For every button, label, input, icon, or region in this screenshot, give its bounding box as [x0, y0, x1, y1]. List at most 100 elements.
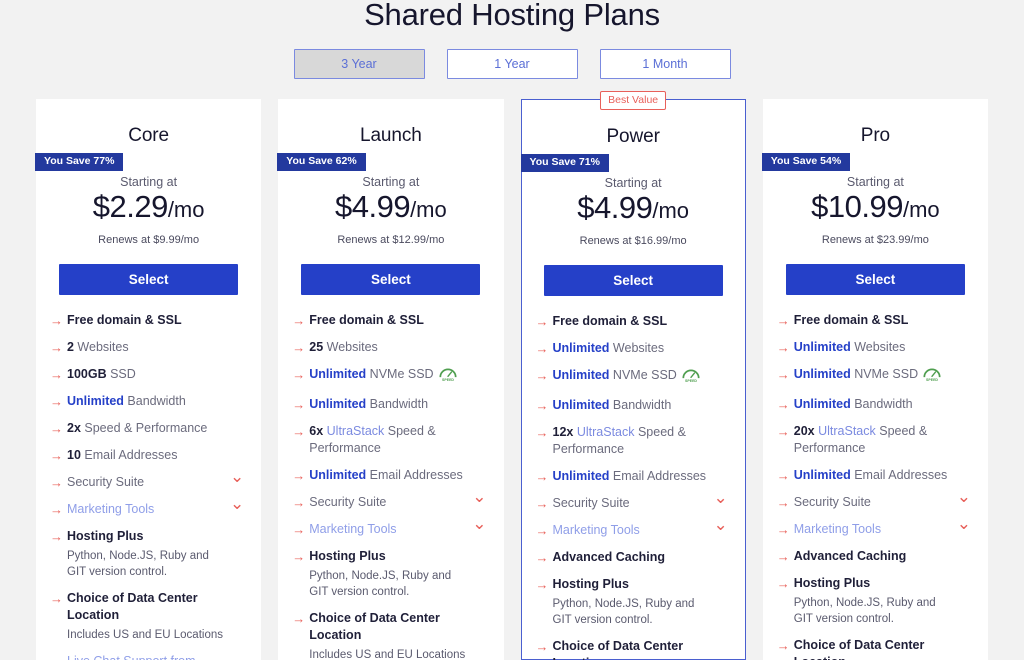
- arrow-right-icon: →: [535, 341, 549, 356]
- feature-item[interactable]: → Marketing Tools ⌄: [292, 515, 486, 538]
- savings-badge: You Save 77%: [35, 153, 124, 171]
- plan-card-core: Core You Save 77% Starting at $2.29/mo Renew…: [35, 99, 262, 660]
- feature-item[interactable]: → Security Suite ⌄: [535, 489, 728, 512]
- arrow-right-icon: →: [535, 425, 549, 440]
- arrow-right-icon: →: [535, 496, 549, 511]
- feature-text: Unlimited NVMe SSD SPEED: [309, 366, 472, 386]
- feature-item: → 20x UltraStack Speed & Performance: [777, 423, 971, 457]
- arrow-right-icon: →: [50, 394, 63, 409]
- feature-item[interactable]: → Security Suite ⌄: [50, 468, 244, 491]
- feature-list: → Free domain & SSL → 25 Websites → Unlimited…: [278, 312, 503, 660]
- feature-text: 25 Websites: [309, 339, 472, 356]
- chevron-down-icon[interactable]: ⌄: [957, 515, 971, 532]
- select-button[interactable]: Select: [543, 265, 723, 296]
- svg-text:SPEED: SPEED: [926, 378, 938, 381]
- chevron-down-icon[interactable]: ⌄: [472, 488, 486, 505]
- feature-item: →Choice of Data Center Location: [50, 590, 244, 624]
- arrow-right-icon: →: [50, 448, 63, 463]
- starting-at-label: Starting at: [362, 175, 420, 189]
- feature-text-part: Unlimited: [552, 398, 610, 412]
- arrow-right-icon: →: [50, 367, 63, 382]
- chevron-down-icon[interactable]: ⌄: [472, 515, 486, 532]
- term-button-1-year[interactable]: 1 Year: [446, 49, 578, 79]
- feature-text-part: Unlimited: [793, 468, 851, 482]
- feature-item: → Unlimited Websites: [536, 340, 728, 357]
- term-button-3-year[interactable]: 3 Year: [293, 49, 425, 79]
- chevron-down-icon[interactable]: ⌄: [714, 516, 728, 533]
- feature-item: → Hosting Plus: [536, 576, 728, 593]
- feature-text-part: Security Suite: [67, 475, 145, 489]
- feature-text: Unlimited Websites: [553, 340, 714, 357]
- feature-text-part: Unlimited: [793, 340, 851, 354]
- price-amount: $4.99: [334, 189, 411, 224]
- speed-badge-icon: SPEED: [922, 367, 942, 386]
- plan-card-grid: Core You Save 77% Starting at $2.29/mo Renew…: [0, 91, 1024, 660]
- arrow-right-icon: →: [50, 475, 63, 490]
- feature-text: Free domain & SSL: [794, 312, 957, 329]
- feature-text-part: Unlimited: [793, 397, 851, 411]
- feature-text-part: Websites: [323, 340, 378, 354]
- feature-item[interactable]: → Security Suite ⌄: [777, 488, 971, 511]
- feature-text-part: Live Chat Support from Helpful Humans: [67, 654, 196, 660]
- best-value-badge: Best Value: [600, 91, 667, 110]
- feature-item[interactable]: → Marketing Tools ⌄: [777, 515, 971, 538]
- feature-text-part: Security Suite: [793, 495, 871, 509]
- select-button[interactable]: Select: [785, 264, 965, 295]
- feature-item: → Unlimited NVMe SSD SPEED: [536, 367, 728, 387]
- feature-text: Unlimited NVMe SSD SPEED: [794, 366, 957, 386]
- feature-item: → Free domain & SSL: [536, 313, 728, 330]
- feature-item: → Unlimited Websites: [777, 339, 971, 356]
- plan-name: Pro: [860, 125, 891, 146]
- arrow-right-icon: →: [776, 424, 790, 439]
- plan-price: $4.99/mo: [522, 191, 745, 231]
- pricing-page: Shared Hosting Plans 3 Year 1 Year 1 Month…: [0, 0, 1024, 660]
- savings-badge: You Save 62%: [277, 153, 366, 171]
- arrow-right-icon: →: [50, 654, 67, 660]
- feature-text-part: 6x: [309, 424, 324, 438]
- feature-text: Unlimited NVMe SSD SPEED: [553, 367, 714, 387]
- feature-item: → Unlimited NVMe SSD SPEED: [292, 366, 486, 386]
- select-button[interactable]: Select: [301, 264, 481, 295]
- plan-price: $2.29/mo: [36, 190, 261, 230]
- starting-at-label: Starting at: [604, 176, 662, 190]
- feature-text-part: Email Addresses: [366, 468, 463, 482]
- arrow-right-icon: →: [776, 313, 790, 328]
- arrow-right-icon: →: [535, 523, 549, 538]
- feature-item[interactable]: → Marketing Tools ⌄: [50, 495, 244, 518]
- renewal-price: Renews at $12.99/mo: [337, 234, 445, 246]
- feature-text-part: Marketing Tools: [309, 522, 397, 536]
- plan-card-launch: Launch You Save 62% Starting at $4.99/mo Ren…: [277, 99, 504, 660]
- feature-list: → Free domain & SSL → Unlimited Websites → Un…: [763, 312, 988, 660]
- chevron-down-icon[interactable]: ⌄: [714, 489, 728, 506]
- feature-text: Choice of Data Center Location: [794, 637, 957, 660]
- feature-text-part: UltraStack: [818, 424, 876, 438]
- feature-text: 2 Websites: [67, 339, 230, 356]
- feature-subtext: Includes US and EU Locations: [309, 649, 466, 660]
- feature-text-part: 100GB: [67, 367, 107, 381]
- feature-text: Unlimited Bandwidth: [553, 397, 714, 414]
- chevron-down-icon[interactable]: ⌄: [957, 488, 971, 505]
- plan-name: Core: [128, 125, 170, 146]
- feature-list: → Free domain & SSL → 2 Websites → 100GB SSD →…: [36, 312, 261, 660]
- feature-text-part: Unlimited: [552, 341, 610, 355]
- renewal-price: Renews at $23.99/mo: [821, 234, 929, 246]
- arrow-right-icon: →: [292, 340, 306, 355]
- feature-subtext: Python, Node.JS, Ruby and GIT version co…: [793, 597, 936, 625]
- feature-text-part: 10: [67, 448, 81, 462]
- price-period: /mo: [652, 198, 690, 223]
- feature-text-part: Websites: [850, 340, 906, 354]
- chevron-down-icon[interactable]: ⌄: [230, 468, 244, 485]
- feature-item[interactable]: → Marketing Tools ⌄: [535, 516, 728, 539]
- feature-text-part: Hosting Plus: [793, 576, 871, 590]
- chevron-down-icon[interactable]: ⌄: [230, 495, 244, 512]
- feature-text: Choice of Data Center Location: [553, 638, 714, 660]
- term-button-1-month[interactable]: 1 Month: [599, 49, 731, 79]
- feature-item: → Advanced Caching: [536, 549, 728, 566]
- feature-item: →Choice of Data Center Location: [292, 610, 486, 644]
- feature-list: → Free domain & SSL → Unlimited Websites → Un…: [522, 313, 745, 660]
- select-button[interactable]: Select: [59, 264, 239, 295]
- feature-text: 100GB SSD: [67, 366, 230, 383]
- feature-text-part: Bandwidth: [850, 397, 913, 411]
- feature-text: Unlimited Email Addresses: [794, 467, 957, 484]
- feature-item[interactable]: → Security Suite ⌄: [292, 488, 486, 511]
